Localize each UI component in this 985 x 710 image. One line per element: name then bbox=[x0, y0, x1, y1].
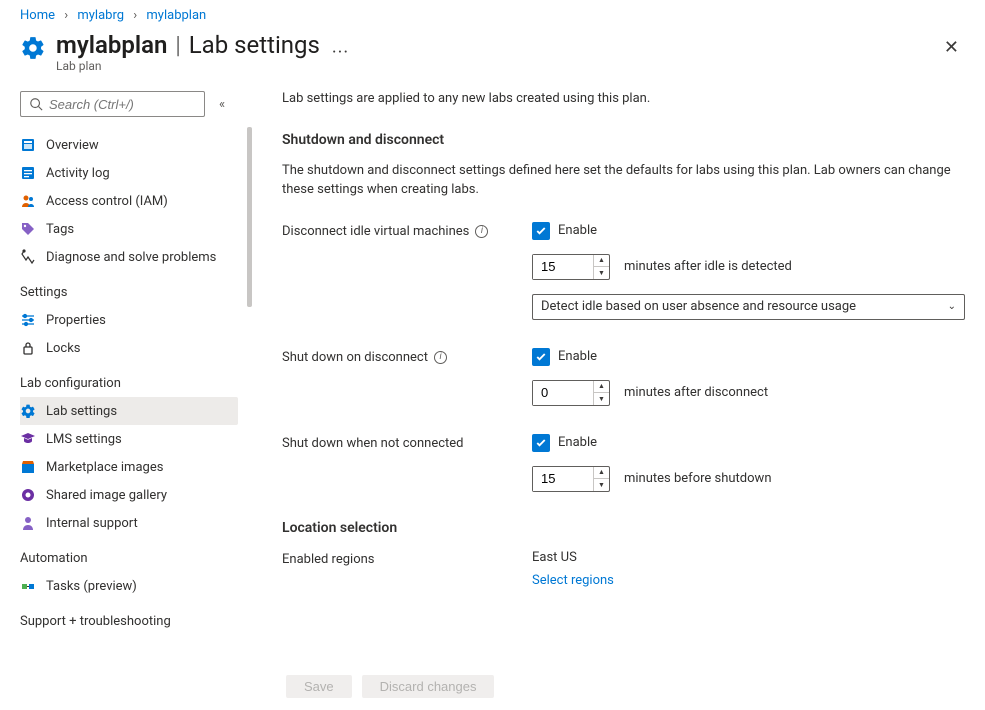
sidebar-item-label: Marketplace images bbox=[46, 460, 163, 475]
select-idle-detection[interactable]: Detect idle based on user absence and re… bbox=[532, 294, 965, 320]
after-text: minutes after disconnect bbox=[624, 385, 768, 400]
checkbox-ondisconnect-enable[interactable] bbox=[532, 348, 550, 366]
marketplace-icon bbox=[20, 459, 36, 475]
chevron-down-icon: ⌄ bbox=[948, 301, 956, 312]
sidebar-item-shared-image-gallery[interactable]: Shared image gallery bbox=[20, 481, 238, 509]
sidebar-item-lms-settings[interactable]: LMS settings bbox=[20, 425, 238, 453]
sidebar-item-overview[interactable]: Overview bbox=[20, 131, 238, 159]
sidebar-item-label: Overview bbox=[46, 138, 99, 153]
activity-log-icon bbox=[20, 165, 36, 181]
breadcrumb-home[interactable]: Home bbox=[20, 8, 55, 23]
properties-icon bbox=[20, 312, 36, 328]
sidebar-item-label: LMS settings bbox=[46, 432, 122, 447]
lock-icon bbox=[20, 340, 36, 356]
gear-icon bbox=[20, 403, 36, 419]
chevron-right-icon: › bbox=[64, 8, 68, 23]
spinner-up[interactable]: ▲ bbox=[594, 381, 609, 394]
search-field[interactable] bbox=[43, 97, 196, 112]
close-button[interactable]: ✕ bbox=[940, 33, 963, 62]
label-shutdown-not-connected: Shut down when not connected bbox=[282, 434, 532, 451]
sidebar-section-settings: Settings bbox=[20, 277, 248, 306]
sidebar-item-access-control[interactable]: Access control (IAM) bbox=[20, 187, 238, 215]
section-location-heading: Location selection bbox=[282, 520, 965, 536]
sidebar-item-marketplace-images[interactable]: Marketplace images bbox=[20, 453, 238, 481]
sidebar-item-tasks[interactable]: Tasks (preview) bbox=[20, 572, 238, 600]
sidebar-item-tags[interactable]: Tags bbox=[20, 215, 238, 243]
after-text: minutes before shutdown bbox=[624, 471, 772, 486]
spinner-idle-minutes[interactable]: ▲ ▼ bbox=[532, 254, 610, 280]
spinner-input[interactable] bbox=[533, 467, 593, 491]
diagnose-icon bbox=[20, 249, 36, 265]
info-icon[interactable]: i bbox=[434, 351, 447, 364]
discard-button[interactable]: Discard changes bbox=[362, 675, 495, 698]
sidebar-item-internal-support[interactable]: Internal support bbox=[20, 509, 238, 537]
checkbox-label: Enable bbox=[558, 223, 597, 238]
sidebar-item-activity-log[interactable]: Activity log bbox=[20, 159, 238, 187]
page-subtitle: Lab plan bbox=[56, 59, 320, 73]
tags-icon bbox=[20, 221, 36, 237]
breadcrumb-rg[interactable]: mylabrg bbox=[77, 8, 124, 23]
checkbox-idle-enable[interactable] bbox=[532, 222, 550, 240]
sidebar-item-label: Tasks (preview) bbox=[46, 579, 137, 594]
sidebar-item-locks[interactable]: Locks bbox=[20, 334, 238, 362]
graduation-cap-icon bbox=[20, 431, 36, 447]
sidebar-item-label: Shared image gallery bbox=[46, 488, 167, 503]
access-control-icon bbox=[20, 193, 36, 209]
section-shutdown-desc: The shutdown and disconnect settings def… bbox=[282, 162, 965, 200]
tasks-icon bbox=[20, 578, 36, 594]
spinner-up[interactable]: ▲ bbox=[594, 255, 609, 268]
gallery-icon bbox=[20, 487, 36, 503]
checkbox-notconnected-enable[interactable] bbox=[532, 434, 550, 452]
sidebar-item-label: Locks bbox=[46, 341, 81, 356]
sidebar-section-automation: Automation bbox=[20, 543, 248, 572]
page-title: mylabplan | Lab settings bbox=[56, 31, 320, 59]
spinner-notconnected-minutes[interactable]: ▲ ▼ bbox=[532, 466, 610, 492]
support-icon bbox=[20, 515, 36, 531]
sidebar-section-lab-config: Lab configuration bbox=[20, 368, 248, 397]
label-shutdown-on-disconnect: Shut down on disconnect i bbox=[282, 348, 532, 365]
breadcrumb: Home › mylabrg › mylabplan bbox=[0, 0, 985, 27]
sidebar-item-label: Internal support bbox=[46, 516, 138, 531]
sidebar-item-label: Diagnose and solve problems bbox=[46, 250, 216, 265]
label-disconnect-idle: Disconnect idle virtual machines i bbox=[282, 222, 532, 239]
intro-text: Lab settings are applied to any new labs… bbox=[282, 91, 965, 106]
sidebar: « Overview Activity log Access control (… bbox=[20, 91, 252, 710]
sidebar-item-label: Activity log bbox=[46, 166, 110, 181]
sidebar-item-label: Tags bbox=[46, 222, 74, 237]
select-value: Detect idle based on user absence and re… bbox=[541, 299, 856, 314]
sidebar-item-lab-settings[interactable]: Lab settings bbox=[20, 397, 238, 425]
sidebar-item-diagnose[interactable]: Diagnose and solve problems bbox=[20, 243, 238, 271]
sidebar-item-label: Properties bbox=[46, 313, 106, 328]
chevron-right-icon: › bbox=[133, 8, 137, 23]
spinner-down[interactable]: ▼ bbox=[594, 267, 609, 279]
spinner-input[interactable] bbox=[533, 381, 593, 405]
gear-icon bbox=[20, 35, 46, 61]
spinner-input[interactable] bbox=[533, 255, 593, 279]
section-shutdown-heading: Shutdown and disconnect bbox=[282, 132, 965, 148]
page-header: mylabplan | Lab settings Lab plan ··· ✕ bbox=[0, 27, 985, 91]
info-icon[interactable]: i bbox=[475, 225, 488, 238]
checkbox-label: Enable bbox=[558, 435, 597, 450]
footer-actions: Save Discard changes bbox=[252, 663, 985, 710]
spinner-down[interactable]: ▼ bbox=[594, 479, 609, 491]
sidebar-section-support: Support + troubleshooting bbox=[20, 606, 248, 635]
sidebar-item-properties[interactable]: Properties bbox=[20, 306, 238, 334]
more-menu[interactable]: ··· bbox=[332, 42, 349, 63]
sidebar-item-label: Lab settings bbox=[46, 404, 117, 419]
spinner-up[interactable]: ▲ bbox=[594, 467, 609, 480]
search-input[interactable] bbox=[20, 91, 205, 117]
spinner-down[interactable]: ▼ bbox=[594, 393, 609, 405]
sidebar-item-label: Access control (IAM) bbox=[46, 194, 168, 209]
regions-value: East US bbox=[532, 550, 965, 565]
overview-icon bbox=[20, 137, 36, 153]
select-regions-link[interactable]: Select regions bbox=[532, 573, 614, 588]
collapse-sidebar-button[interactable]: « bbox=[215, 93, 229, 116]
after-text: minutes after idle is detected bbox=[624, 259, 792, 274]
save-button[interactable]: Save bbox=[286, 675, 352, 698]
checkbox-label: Enable bbox=[558, 349, 597, 364]
label-enabled-regions: Enabled regions bbox=[282, 550, 532, 567]
breadcrumb-resource[interactable]: mylabplan bbox=[146, 8, 206, 23]
main-content: Lab settings are applied to any new labs… bbox=[252, 91, 985, 710]
spinner-ondisconnect-minutes[interactable]: ▲ ▼ bbox=[532, 380, 610, 406]
